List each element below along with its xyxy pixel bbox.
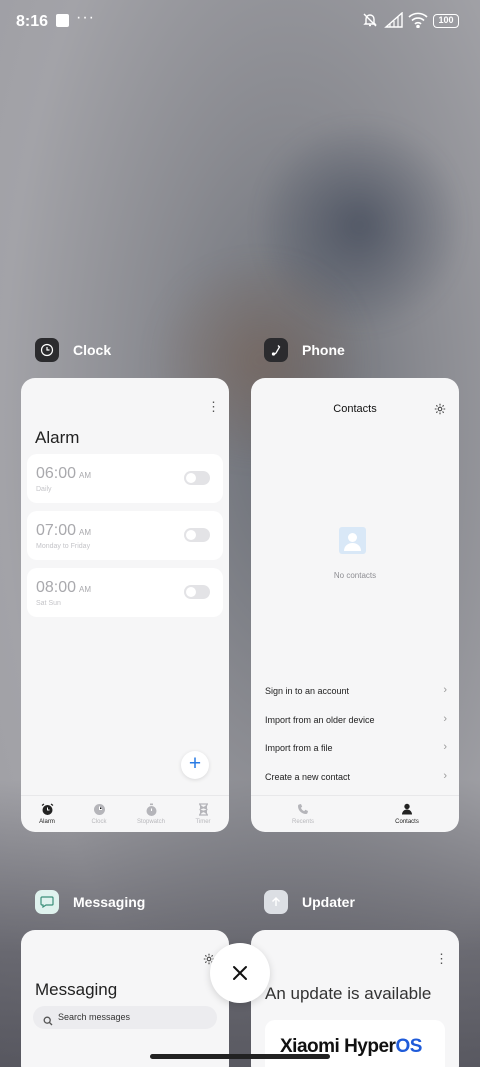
notification-icon bbox=[56, 14, 69, 27]
alarm-repeat: Sat Sun bbox=[36, 600, 61, 607]
tab-label: Stopwatch bbox=[136, 819, 166, 825]
clock-app-header[interactable]: Clock bbox=[35, 338, 111, 362]
alarm-repeat: Daily bbox=[36, 486, 52, 493]
alarm-item[interactable]: 07:00 AM Monday to Friday bbox=[27, 511, 223, 560]
tab-label: Alarm bbox=[39, 819, 55, 825]
update-headline: An update is available bbox=[265, 984, 432, 1003]
tab-timer[interactable]: Timer bbox=[177, 796, 229, 832]
status-bar: 8:16 ··· 100 bbox=[0, 0, 480, 42]
option-label: Create a new contact bbox=[265, 772, 351, 782]
messaging-app-header[interactable]: Messaging bbox=[35, 890, 145, 914]
alarm-screen-title: Alarm bbox=[35, 428, 80, 447]
status-time: 8:16 bbox=[16, 13, 49, 30]
more-notifications-icon: ··· bbox=[76, 9, 95, 26]
tab-label: Timer bbox=[195, 819, 211, 825]
alarm-item[interactable]: 06:00 AM Daily bbox=[27, 454, 223, 503]
alarm-repeat: Monday to Friday bbox=[36, 543, 91, 550]
tab-stopwatch[interactable]: Stopwatch bbox=[125, 796, 177, 832]
home-indicator[interactable] bbox=[150, 1054, 330, 1059]
tab-contacts[interactable]: Contacts bbox=[355, 796, 459, 832]
search-placeholder: Search messages bbox=[58, 1012, 131, 1022]
phone-app-name: Phone bbox=[302, 342, 345, 358]
alarm-time: 06:00 bbox=[36, 465, 77, 482]
add-alarm-button[interactable]: + bbox=[181, 751, 209, 779]
option-import-file[interactable]: Import from a file › bbox=[265, 741, 447, 753]
wifi-icon bbox=[408, 11, 428, 33]
battery-level: 100 bbox=[433, 14, 459, 28]
updater-app-header[interactable]: Updater bbox=[264, 890, 355, 914]
tab-clock[interactable]: Clock bbox=[73, 796, 125, 832]
alarm-icon bbox=[21, 803, 73, 817]
clock-app-icon bbox=[35, 338, 59, 362]
alarm-ampm: AM bbox=[79, 471, 92, 480]
alarm-time: 07:00 bbox=[36, 522, 77, 539]
phone-app-header[interactable]: Phone bbox=[264, 338, 345, 362]
option-sign-in[interactable]: Sign in to an account › bbox=[265, 684, 447, 696]
alarm-ampm: AM bbox=[79, 528, 92, 537]
empty-state-text: No contacts bbox=[333, 571, 377, 580]
clock-app-card[interactable]: ⋮ Alarm 06:00 AM Daily 07:00 AM Monday to … bbox=[21, 378, 229, 832]
tab-alarm[interactable]: Alarm bbox=[21, 796, 73, 832]
alarm-time: 08:00 bbox=[36, 579, 77, 596]
updater-app-card[interactable]: ⋮ An update is available Xiaomi HyperOS bbox=[251, 930, 459, 1067]
more-options-icon[interactable]: ⋮ bbox=[207, 400, 220, 413]
tab-label: Recents bbox=[291, 819, 314, 825]
phone-app-icon bbox=[264, 338, 288, 362]
option-label: Import from an older device bbox=[265, 715, 375, 725]
close-icon bbox=[233, 966, 247, 980]
messaging-app-icon bbox=[35, 890, 59, 914]
stopwatch-icon bbox=[125, 803, 177, 817]
messaging-screen-title: Messaging bbox=[35, 980, 118, 999]
chevron-right-icon: › bbox=[443, 741, 447, 753]
timer-icon bbox=[177, 803, 229, 817]
chevron-right-icon: › bbox=[443, 770, 447, 782]
clock-tab-bar: Alarm Clock Stopwatch Timer bbox=[21, 795, 229, 832]
search-input[interactable]: Search messages bbox=[33, 1006, 217, 1029]
option-label: Sign in to an account bbox=[265, 686, 350, 696]
tab-label: Clock bbox=[91, 819, 107, 825]
more-options-icon[interactable]: ⋮ bbox=[435, 952, 448, 965]
person-icon bbox=[355, 803, 459, 817]
alarm-silent-icon bbox=[362, 12, 378, 33]
chevron-right-icon: › bbox=[443, 713, 447, 725]
alarm-toggle[interactable] bbox=[184, 528, 210, 542]
phone-tab-bar: Recents Contacts bbox=[251, 795, 459, 832]
chevron-right-icon: › bbox=[443, 684, 447, 696]
search-icon bbox=[43, 1012, 53, 1035]
tab-label: Contacts bbox=[395, 819, 419, 825]
option-create-contact[interactable]: Create a new contact › bbox=[265, 770, 447, 782]
tab-recents[interactable]: Recents bbox=[251, 796, 355, 832]
gear-icon[interactable] bbox=[434, 402, 446, 420]
messaging-app-card[interactable]: Messaging Search messages bbox=[21, 930, 229, 1067]
clock-app-name: Clock bbox=[73, 342, 112, 358]
updater-app-name: Updater bbox=[302, 894, 355, 910]
updater-app-icon bbox=[264, 890, 288, 914]
option-import-older-device[interactable]: Import from an older device › bbox=[265, 713, 447, 725]
alarm-toggle[interactable] bbox=[184, 585, 210, 599]
option-label: Import from a file bbox=[265, 743, 333, 753]
phone-icon bbox=[251, 803, 355, 817]
update-banner: Xiaomi HyperOS bbox=[265, 1020, 445, 1067]
messaging-app-name: Messaging bbox=[73, 894, 146, 910]
alarm-toggle[interactable] bbox=[184, 471, 210, 485]
phone-app-card[interactable]: Contacts No contacts Sign in to an accou… bbox=[251, 378, 459, 832]
clear-all-button[interactable] bbox=[210, 943, 270, 1003]
signal-icon bbox=[384, 11, 404, 33]
alarm-ampm: AM bbox=[79, 585, 92, 594]
contacts-screen-title: Contacts bbox=[333, 403, 377, 415]
empty-contacts-icon bbox=[339, 527, 366, 554]
alarm-item[interactable]: 08:00 AM Sat Sun bbox=[27, 568, 223, 617]
clock-icon bbox=[73, 803, 125, 817]
